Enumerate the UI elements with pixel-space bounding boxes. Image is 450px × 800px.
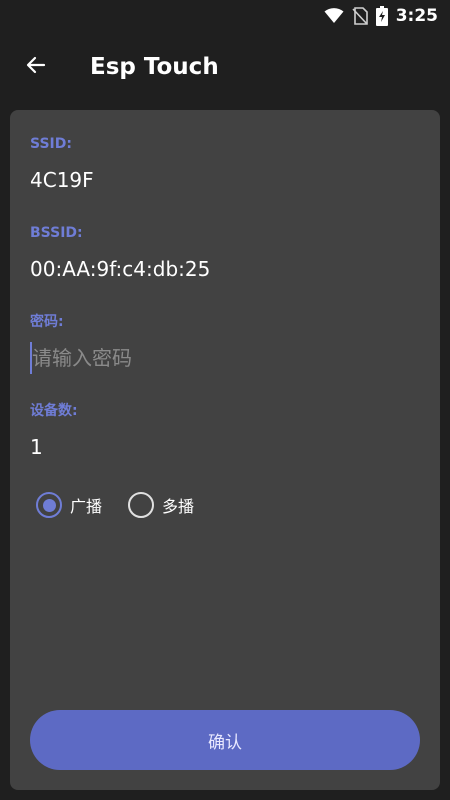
ssid-field: SSID: 4C19F <box>30 134 420 194</box>
ssid-label: SSID: <box>30 136 72 152</box>
device-count-field: 设备数: 1 <box>30 401 420 461</box>
status-bar: 3:25 <box>0 0 450 32</box>
no-sim-icon <box>352 7 368 25</box>
arrow-left-icon <box>24 53 48 81</box>
broadcast-radio[interactable]: 广播 <box>36 492 102 518</box>
bssid-field: BSSID: 00:AA:9f:c4:db:25 <box>30 223 420 283</box>
confirm-button[interactable]: 确认 <box>30 710 420 770</box>
radio-unchecked-icon <box>128 492 155 518</box>
device-count-label: 设备数: <box>30 403 78 419</box>
multicast-radio[interactable]: 多播 <box>128 492 194 518</box>
ssid-value: 4C19F <box>30 168 94 192</box>
page-title: Esp Touch <box>90 54 219 80</box>
battery-charging-icon <box>375 6 388 26</box>
bssid-label: BSSID: <box>30 225 83 241</box>
app-bar: Esp Touch <box>0 32 450 102</box>
status-time: 3:25 <box>395 6 438 26</box>
config-card: SSID: 4C19F BSSID: 00:AA:9f:c4:db:25 密码:… <box>10 110 440 790</box>
mode-radio-group: 广播 多播 <box>36 492 220 518</box>
device-count-value[interactable]: 1 <box>30 433 420 461</box>
broadcast-label: 广播 <box>70 497 103 516</box>
multicast-label: 多播 <box>162 497 195 516</box>
bssid-value: 00:AA:9f:c4:db:25 <box>30 257 211 281</box>
radio-checked-icon <box>36 492 62 518</box>
password-label: 密码: <box>30 314 64 330</box>
password-input[interactable] <box>30 342 420 374</box>
wifi-icon <box>324 8 344 24</box>
back-button[interactable] <box>12 43 60 91</box>
password-field: 密码: <box>30 312 420 374</box>
